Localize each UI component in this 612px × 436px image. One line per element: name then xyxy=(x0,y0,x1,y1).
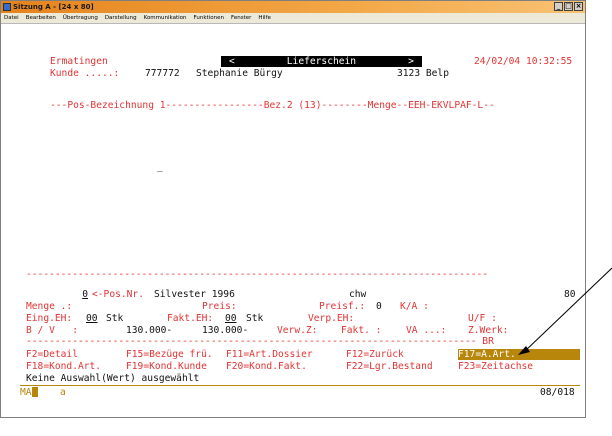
menu-funktionen[interactable]: Funktionen xyxy=(194,13,224,23)
bv-value-2: 130.000- xyxy=(202,325,249,336)
ka-label: K/A : xyxy=(400,301,429,312)
menge-label: Menge .: xyxy=(26,301,73,312)
datetime: 24/02/04 10:32:55 xyxy=(474,56,573,67)
preisf-label: Preisf.: xyxy=(319,301,366,312)
fkey-f2[interactable]: F2=Detail xyxy=(26,349,78,360)
user-code: chw xyxy=(349,289,367,300)
kunde-number: 777772 xyxy=(145,68,180,79)
menu-hilfe[interactable]: Hilfe xyxy=(258,13,271,23)
text-cursor: _ xyxy=(157,161,163,172)
zwerk-input[interactable]: ​ xyxy=(530,325,576,336)
kunde-label: Kunde .....: xyxy=(50,68,120,79)
fkey-f23[interactable]: F23=Zeitachse xyxy=(458,361,533,372)
menu-darstellung[interactable]: Darstellung xyxy=(105,13,137,23)
status-message: Keine Auswahl(Wert) ausgewählt xyxy=(26,373,200,384)
fakt-label: Fakt.EH: xyxy=(167,313,214,324)
preis-input[interactable]: ​ xyxy=(250,301,308,312)
maximize-button[interactable]: □ xyxy=(564,2,573,11)
menu-bar: Datei Bearbeiten Übertragung Darstellung… xyxy=(1,13,585,24)
pos-nr-label: <-Pos.Nr. xyxy=(92,289,144,300)
article-name: Silvester 1996 xyxy=(154,289,235,300)
va-input[interactable]: ​ xyxy=(454,325,460,336)
divider: ----------------------------------------… xyxy=(26,269,489,280)
verwz-label: Verw.Z: xyxy=(277,325,318,336)
menu-datei[interactable]: Datei xyxy=(4,13,19,23)
terminal-window: Sitzung A - [24 x 80] _ □ × Datei Bearbe… xyxy=(0,0,586,418)
window-title: Sitzung A - [24 x 80] xyxy=(13,3,94,11)
menu-uebertragung[interactable]: Übertragung xyxy=(63,13,98,23)
minimize-button[interactable]: _ xyxy=(554,2,563,11)
screen-title: Lieferschein xyxy=(286,56,357,67)
columns-header: ---Pos-Bezeichnung 1-----------------Bez… xyxy=(50,100,495,111)
fkey-f20[interactable]: F20=Kond.Fakt. xyxy=(226,361,307,372)
line-count: 80 xyxy=(564,289,576,300)
preisf-value[interactable]: 0 xyxy=(376,301,382,312)
ka-input-3[interactable]: ​ xyxy=(509,301,519,312)
menu-kommunikation[interactable]: Kommunikation xyxy=(144,13,187,23)
fkey-f17[interactable]: F17=A.Art. xyxy=(458,349,580,360)
fkey-f19[interactable]: F19=Kond.Kunde xyxy=(126,361,207,372)
close-button[interactable]: × xyxy=(574,2,583,11)
bv-value-1: 130.000- xyxy=(126,325,173,336)
pos-nr-field[interactable]: 0 xyxy=(26,289,88,300)
company-name: Ermatingen xyxy=(50,56,108,67)
eing-label: Eing.EH: xyxy=(26,313,73,324)
kunde-city: 3123 Belp xyxy=(397,68,449,79)
cursor-position: 08/018 xyxy=(540,387,575,398)
menge-input[interactable]: ​ xyxy=(82,301,170,312)
verwz-input[interactable]: ​ xyxy=(327,325,333,336)
menu-fenster[interactable]: Fenster xyxy=(231,13,251,23)
status-line xyxy=(20,385,580,386)
fkey-f12[interactable]: F12=Zurück xyxy=(346,349,404,360)
verp-label: Verp.EH: xyxy=(308,313,355,324)
bv-label: B / V : xyxy=(26,325,78,336)
screen-title-bar: < Lieferschein > xyxy=(221,56,422,67)
menu-bearbeiten[interactable]: Bearbeiten xyxy=(26,13,56,23)
fakt-value[interactable]: 00 xyxy=(225,313,237,324)
fakt2-label: Fakt. : xyxy=(341,325,382,336)
kunde-name: Stephanie Bürgy xyxy=(196,68,283,79)
fkey-f15[interactable]: F15=Bezüge frü. xyxy=(126,349,213,360)
status-left: MA xyxy=(20,387,32,398)
title-bar: Sitzung A - [24 x 80] _ □ × xyxy=(1,1,585,13)
divider-br: ----------------------------------------… xyxy=(26,336,494,347)
pos-nr-value[interactable]: 0 xyxy=(26,289,88,300)
fakt-unit: Stk xyxy=(246,313,264,324)
uf-label: U/F : xyxy=(468,313,497,324)
ka-input-1[interactable]: ​ xyxy=(438,301,448,312)
verp-input[interactable]: ​ xyxy=(366,313,378,324)
status-mode: a xyxy=(60,387,66,398)
app-icon xyxy=(3,3,11,11)
fkey-f22[interactable]: F22=Lgr.Bestand xyxy=(346,361,433,372)
terminal-screen[interactable]: Ermatingen < Lieferschein > 24/02/04 10:… xyxy=(2,25,584,417)
fkey-f11[interactable]: F11=Art.Dossier xyxy=(226,349,313,360)
zwerk-label: Z.Werk: xyxy=(468,325,509,336)
fakt2-input[interactable]: ​ xyxy=(387,325,393,336)
ka-input-4[interactable]: ​ xyxy=(528,301,576,312)
preis-label: Preis: xyxy=(202,301,237,312)
eing-unit: Stk xyxy=(106,313,124,324)
fkey-f18[interactable]: F18=Kond.Art. xyxy=(26,361,101,372)
va-label: VA ...: xyxy=(406,325,447,336)
eing-value[interactable]: 00 xyxy=(86,313,98,324)
ka-input-2[interactable]: ​ xyxy=(455,301,501,312)
cursor-block xyxy=(32,387,38,397)
nav-right[interactable]: > xyxy=(408,56,414,67)
